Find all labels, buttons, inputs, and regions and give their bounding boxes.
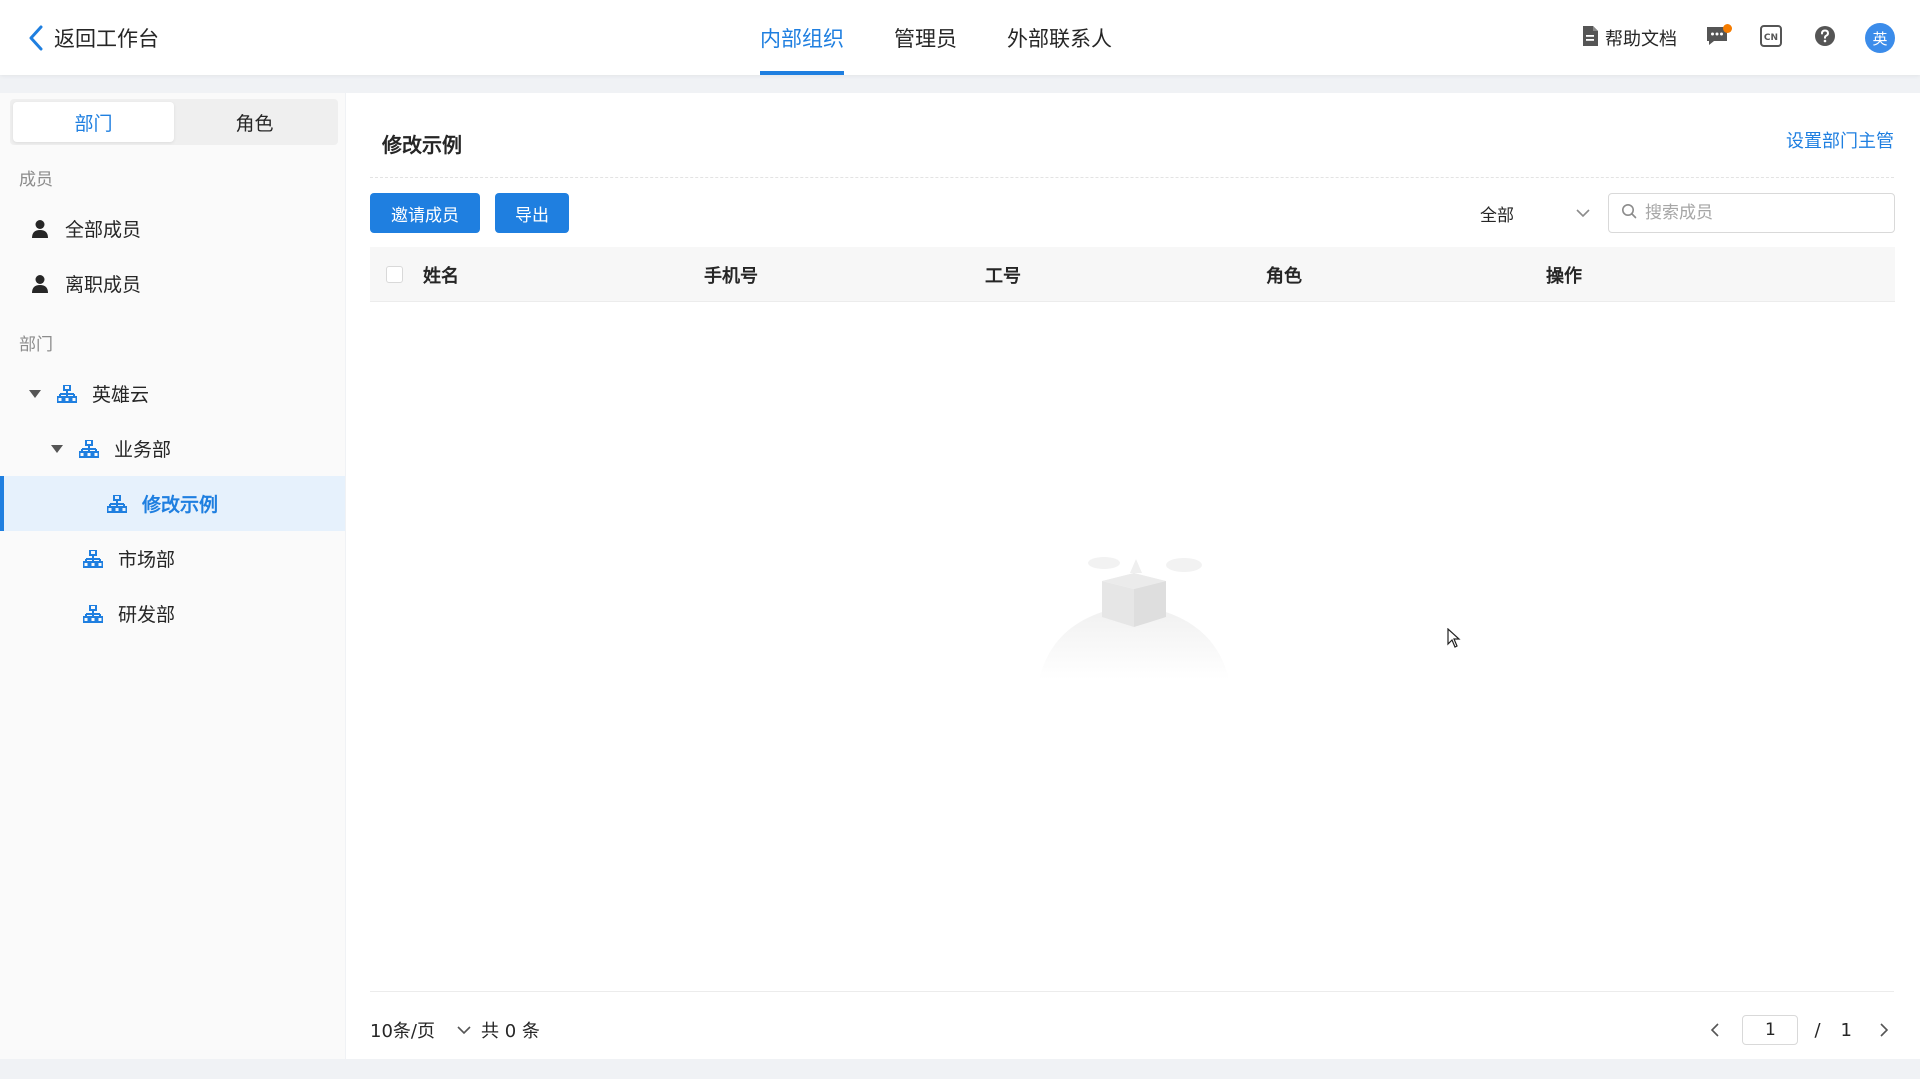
tree-node-rnd-dept[interactable]: 研发部 bbox=[0, 586, 345, 641]
member-filter-select[interactable]: 全部 bbox=[1470, 193, 1600, 233]
header-actions: 帮助文档 CN 英 bbox=[1581, 18, 1895, 58]
help-docs-label: 帮助文档 bbox=[1605, 29, 1677, 50]
language-switch-button[interactable]: CN bbox=[1757, 24, 1785, 52]
page-number-input[interactable] bbox=[1742, 1015, 1799, 1045]
table-header: 姓名 手机号 工号 角色 操作 bbox=[370, 247, 1895, 302]
svg-text:CN: CN bbox=[1764, 33, 1778, 43]
tab-external-contacts[interactable]: 外部联系人 bbox=[1007, 0, 1112, 75]
messages-button[interactable] bbox=[1703, 24, 1732, 52]
page-title: 修改示例 bbox=[382, 133, 462, 157]
export-button[interactable]: 导出 bbox=[495, 193, 569, 233]
user-icon bbox=[29, 218, 51, 240]
tree-node-label: 市场部 bbox=[118, 549, 176, 571]
tree-node-marketing-dept[interactable]: 市场部 bbox=[0, 531, 345, 586]
tab-admins[interactable]: 管理员 bbox=[894, 0, 957, 75]
segment-department[interactable]: 部门 bbox=[13, 102, 174, 142]
column-phone: 手机号 bbox=[704, 265, 758, 287]
sidebar: 部门 角色 成员 全部成员 离职成员 部门 英雄云 业务部 修改示例 市场部 研… bbox=[0, 93, 345, 1059]
empty-state-illustration bbox=[1034, 555, 1234, 685]
caret-down-icon[interactable] bbox=[28, 387, 42, 401]
language-icon: CN bbox=[1760, 25, 1782, 51]
help-docs-link[interactable]: 帮助文档 bbox=[1581, 25, 1677, 52]
user-icon bbox=[29, 273, 51, 295]
tree-node-label: 业务部 bbox=[114, 439, 172, 461]
tree-node-label: 英雄云 bbox=[92, 384, 150, 406]
org-chart-icon bbox=[78, 438, 100, 460]
chevron-down-icon bbox=[457, 1025, 471, 1035]
mouse-cursor-icon bbox=[1447, 627, 1461, 652]
pagination: / 1 bbox=[1704, 1013, 1894, 1047]
back-to-workbench-button[interactable]: 返回工作台 bbox=[28, 22, 159, 54]
total-count: 共 0 条 bbox=[481, 1021, 540, 1042]
chevron-left-icon bbox=[28, 22, 48, 54]
back-label: 返回工作台 bbox=[54, 27, 159, 51]
question-circle-icon bbox=[1814, 25, 1836, 51]
sidebar-item-all-members[interactable]: 全部成员 bbox=[0, 201, 345, 256]
main-panel: 修改示例 设置部门主管 邀请成员 导出 全部 姓名 手机号 工号 角色 操作 bbox=[346, 93, 1920, 1059]
document-icon bbox=[1581, 25, 1605, 52]
members-section-label: 成员 bbox=[19, 170, 53, 190]
page-size-value: 10条/页 bbox=[370, 1021, 435, 1042]
caret-down-icon[interactable] bbox=[50, 442, 64, 456]
title-divider bbox=[370, 177, 1894, 178]
tree-node-label: 研发部 bbox=[118, 604, 176, 626]
segment-role[interactable]: 角色 bbox=[174, 102, 335, 142]
column-actions: 操作 bbox=[1546, 265, 1582, 287]
select-all-checkbox[interactable] bbox=[386, 266, 403, 283]
page-separator: / bbox=[1814, 1019, 1821, 1041]
next-page-button[interactable] bbox=[1874, 1023, 1894, 1037]
notification-dot bbox=[1723, 24, 1732, 33]
top-bar: 返回工作台 内部组织 管理员 外部联系人 帮助文档 CN 英 bbox=[0, 0, 1920, 75]
org-chart-icon bbox=[82, 603, 104, 625]
set-dept-manager-link[interactable]: 设置部门主管 bbox=[1786, 127, 1894, 153]
column-employee-id: 工号 bbox=[985, 265, 1021, 287]
tree-node-yingxiongyun[interactable]: 英雄云 bbox=[0, 366, 345, 421]
sidebar-segment-switch: 部门 角色 bbox=[10, 99, 338, 145]
departments-section-label: 部门 bbox=[19, 335, 53, 355]
resigned-members-label: 离职成员 bbox=[65, 274, 142, 296]
tree-node-business-dept[interactable]: 业务部 bbox=[0, 421, 345, 476]
org-chart-icon bbox=[82, 548, 104, 570]
avatar[interactable]: 英 bbox=[1865, 23, 1895, 53]
invite-member-button[interactable]: 邀请成员 bbox=[370, 193, 480, 233]
tree-node-label: 修改示例 bbox=[142, 494, 219, 516]
main-nav-tabs: 内部组织 管理员 外部联系人 bbox=[760, 0, 1162, 75]
search-input[interactable] bbox=[1645, 203, 1875, 223]
page-size-select[interactable]: 10条/页 bbox=[370, 1013, 471, 1047]
footer-divider bbox=[370, 991, 1894, 992]
sidebar-item-resigned-members[interactable]: 离职成员 bbox=[0, 256, 345, 311]
filter-value: 全部 bbox=[1480, 205, 1514, 226]
total-pages: 1 bbox=[1840, 1019, 1852, 1041]
help-button[interactable] bbox=[1811, 24, 1839, 52]
org-chart-icon bbox=[56, 383, 78, 405]
search-icon bbox=[1621, 203, 1637, 223]
tab-internal-org[interactable]: 内部组织 bbox=[760, 0, 844, 75]
all-members-label: 全部成员 bbox=[65, 219, 142, 241]
chevron-down-icon bbox=[1576, 203, 1590, 223]
prev-page-button[interactable] bbox=[1704, 1023, 1724, 1037]
tree-node-modify-example[interactable]: 修改示例 bbox=[0, 476, 345, 531]
column-role: 角色 bbox=[1266, 265, 1302, 287]
column-name: 姓名 bbox=[423, 265, 459, 287]
search-box bbox=[1608, 193, 1895, 233]
org-chart-icon bbox=[106, 493, 128, 515]
